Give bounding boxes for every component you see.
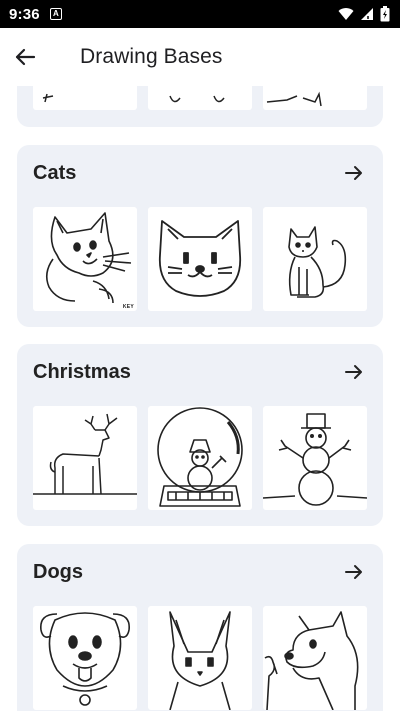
fox-drawing-thumbnail[interactable]: [148, 606, 252, 710]
cat-face-drawing-thumbnail[interactable]: [148, 207, 252, 311]
drawing-thumbnail[interactable]: [263, 86, 367, 110]
watermark: KEY: [122, 304, 134, 310]
arrow-right-icon: [345, 166, 362, 180]
arrow-left-icon: [15, 48, 36, 66]
category-card: [17, 86, 383, 127]
category-list[interactable]: Cats KEY Christmas Dogs: [0, 86, 400, 711]
cat-drawing-thumbnail[interactable]: KEY: [33, 207, 137, 311]
category-title: Cats: [33, 161, 77, 184]
app-bar: Drawing Bases: [0, 28, 400, 86]
open-category-button[interactable]: [341, 160, 367, 186]
open-category-button[interactable]: [341, 359, 367, 385]
category-card-dogs: Dogs: [17, 544, 383, 711]
category-title: Christmas: [33, 360, 131, 383]
drawing-thumbnail[interactable]: [33, 86, 137, 110]
snow-globe-drawing-thumbnail[interactable]: [148, 406, 252, 510]
battery-icon: [380, 6, 390, 22]
sitting-cat-drawing-thumbnail[interactable]: [263, 207, 367, 311]
open-category-button[interactable]: [341, 559, 367, 585]
category-card-cats: Cats KEY: [17, 145, 383, 327]
wifi-icon: [338, 8, 354, 20]
category-card-christmas: Christmas: [17, 344, 383, 526]
signal-icon: [361, 8, 373, 21]
puppy-drawing-thumbnail[interactable]: [33, 606, 137, 710]
category-header[interactable]: Dogs: [17, 544, 383, 600]
reindeer-drawing-thumbnail[interactable]: [33, 406, 137, 510]
category-title: Dogs: [33, 560, 83, 583]
snowman-drawing-thumbnail[interactable]: [263, 406, 367, 510]
drawing-thumbnail[interactable]: [148, 86, 252, 110]
category-header[interactable]: Cats: [17, 145, 383, 201]
arrow-right-icon: [345, 365, 362, 379]
category-header[interactable]: Christmas: [17, 344, 383, 400]
arrow-right-icon: [345, 565, 362, 579]
doge-drawing-thumbnail[interactable]: [263, 606, 367, 710]
page-title: Drawing Bases: [80, 45, 223, 68]
status-time: 9:36: [9, 5, 40, 23]
notification-app-icon: A: [49, 8, 62, 20]
status-bar: 9:36 A: [0, 0, 400, 28]
back-button[interactable]: [1, 33, 49, 81]
